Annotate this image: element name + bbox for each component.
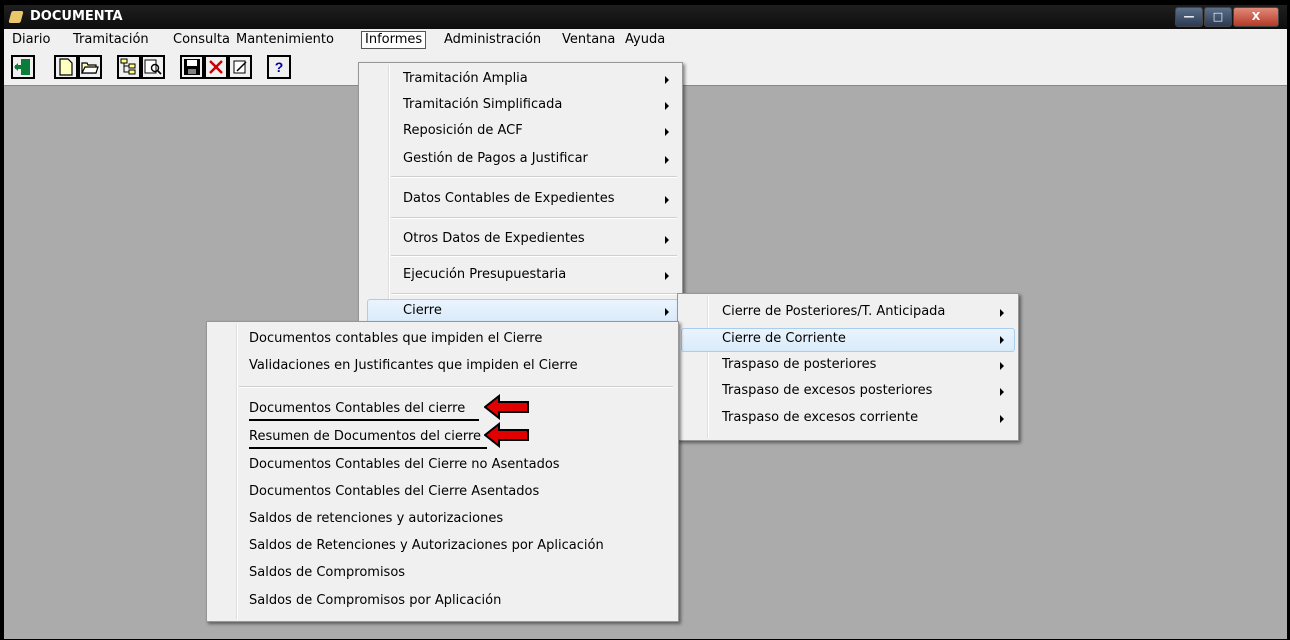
maximize-button[interactable]: □ <box>1204 7 1232 27</box>
minimize-button[interactable]: — <box>1175 7 1203 27</box>
menu-item-docs-no-asentados[interactable]: Documentos Contables del Cierre no Asent… <box>207 453 676 477</box>
menu-item-gestion-pagos[interactable]: Gestión de Pagos a Justificar <box>359 147 680 171</box>
submenu-arrow-icon <box>665 102 669 110</box>
submenu-arrow-icon <box>665 308 669 316</box>
menu-bar: Diario Tramitación Consulta Mantenimient… <box>4 29 1287 51</box>
edit-button[interactable] <box>228 55 252 79</box>
app-icon <box>8 11 24 23</box>
menu-item-ejecucion-presupuestaria[interactable]: Ejecución Presupuestaria <box>359 263 680 287</box>
annotation-underline <box>249 447 487 449</box>
save-button[interactable] <box>180 55 204 79</box>
red-arrow-icon <box>484 394 529 420</box>
cierre-submenu: Cierre de Posteriores/T. Anticipada Cier… <box>677 293 1019 441</box>
submenu-arrow-icon <box>665 236 669 244</box>
exit-door-icon <box>14 59 30 75</box>
menu-consulta[interactable]: Consulta <box>170 32 233 48</box>
menu-item-resumen-docs-cierre[interactable]: Resumen de Documentos del cierre <box>207 425 676 449</box>
menu-item-docs-contables-cierre[interactable]: Documentos Contables del cierre <box>207 397 676 421</box>
informes-dropdown: Tramitación Amplia Tramitación Simplific… <box>358 62 683 330</box>
tree-view-button[interactable] <box>117 55 141 79</box>
menu-item-saldos-compromisos-aplicacion[interactable]: Saldos de Compromisos por Aplicación <box>207 589 676 613</box>
menu-item-saldos-compromisos[interactable]: Saldos de Compromisos <box>207 561 676 585</box>
menu-administracion[interactable]: Administración <box>441 32 544 48</box>
menu-item-saldos-retenciones[interactable]: Saldos de retenciones y autorizaciones <box>207 507 676 531</box>
menu-item-saldos-retenciones-aplicacion[interactable]: Saldos de Retenciones y Autorizaciones p… <box>207 534 676 558</box>
corriente-submenu: Documentos contables que impiden el Cier… <box>206 321 679 622</box>
submenu-arrow-icon <box>665 196 669 204</box>
menu-item-docs-asentados[interactable]: Documentos Contables del Cierre Asentado… <box>207 480 676 504</box>
menu-ventana[interactable]: Ventana <box>559 32 618 48</box>
open-folder-icon <box>81 62 99 74</box>
preview-search-icon <box>144 59 162 75</box>
submenu-arrow-icon <box>1000 336 1004 344</box>
help-button[interactable]: ? <box>267 55 291 79</box>
menu-item-reposicion-acf[interactable]: Reposición de ACF <box>359 119 680 143</box>
new-document-icon <box>59 58 73 76</box>
menu-item-otros-datos[interactable]: Otros Datos de Expedientes <box>359 227 680 251</box>
submenu-arrow-icon <box>665 272 669 280</box>
delete-button[interactable] <box>204 55 228 79</box>
menu-item-datos-contables[interactable]: Datos Contables de Expedientes <box>359 187 680 211</box>
menu-mantenimiento[interactable]: Mantenimiento <box>233 32 337 48</box>
submenu-arrow-icon <box>665 76 669 84</box>
close-button[interactable]: X <box>1233 7 1279 27</box>
menu-item-traspaso-excesos-posteriores[interactable]: Traspaso de excesos posteriores <box>678 379 1016 403</box>
submenu-arrow-icon <box>665 128 669 136</box>
delete-x-icon <box>209 60 223 74</box>
app-window: DOCUMENTA — □ X Diario Tramitación Consu… <box>3 4 1288 640</box>
save-disk-icon <box>184 59 200 75</box>
submenu-arrow-icon <box>665 156 669 164</box>
menu-item-validaciones-justificantes[interactable]: Validaciones en Justificantes que impide… <box>207 354 676 378</box>
new-document-button[interactable] <box>54 55 78 79</box>
menu-separator <box>391 176 677 178</box>
open-folder-button[interactable] <box>78 55 102 79</box>
menu-item-cierre[interactable]: Cierre <box>359 299 680 323</box>
menu-item-cierre-corriente[interactable]: Cierre de Corriente <box>678 327 1016 351</box>
tree-view-icon <box>120 58 136 75</box>
menu-separator <box>391 217 677 219</box>
submenu-arrow-icon <box>1000 415 1004 423</box>
menu-item-tramitacion-amplia[interactable]: Tramitación Amplia <box>359 67 680 91</box>
menu-tramitacion[interactable]: Tramitación <box>70 32 152 48</box>
menu-separator <box>391 255 677 257</box>
submenu-arrow-icon <box>1000 388 1004 396</box>
menu-item-traspaso-posteriores[interactable]: Traspaso de posteriores <box>678 353 1016 377</box>
menu-separator <box>239 386 673 388</box>
exit-button[interactable] <box>11 55 35 79</box>
red-arrow-icon <box>484 422 529 448</box>
window-title: DOCUMENTA <box>30 9 123 24</box>
menu-informes[interactable]: Informes <box>361 31 427 49</box>
menu-item-tramitacion-simplificada[interactable]: Tramitación Simplificada <box>359 93 680 117</box>
annotation-underline <box>249 419 479 421</box>
menu-diario[interactable]: Diario <box>9 32 54 48</box>
submenu-arrow-icon <box>1000 309 1004 317</box>
menu-separator <box>391 293 677 295</box>
menu-item-cierre-posteriores[interactable]: Cierre de Posteriores/T. Anticipada <box>678 300 1016 324</box>
window-controls: — □ X <box>1174 7 1279 27</box>
help-icon: ? <box>274 59 284 75</box>
menu-item-traspaso-excesos-corriente[interactable]: Traspaso de excesos corriente <box>678 406 1016 430</box>
edit-icon <box>233 60 247 74</box>
title-bar[interactable]: DOCUMENTA — □ X <box>4 5 1287 29</box>
menu-ayuda[interactable]: Ayuda <box>622 32 668 48</box>
preview-button[interactable] <box>141 55 165 79</box>
submenu-arrow-icon <box>1000 362 1004 370</box>
menu-item-docs-impiden-cierre[interactable]: Documentos contables que impiden el Cier… <box>207 327 676 351</box>
